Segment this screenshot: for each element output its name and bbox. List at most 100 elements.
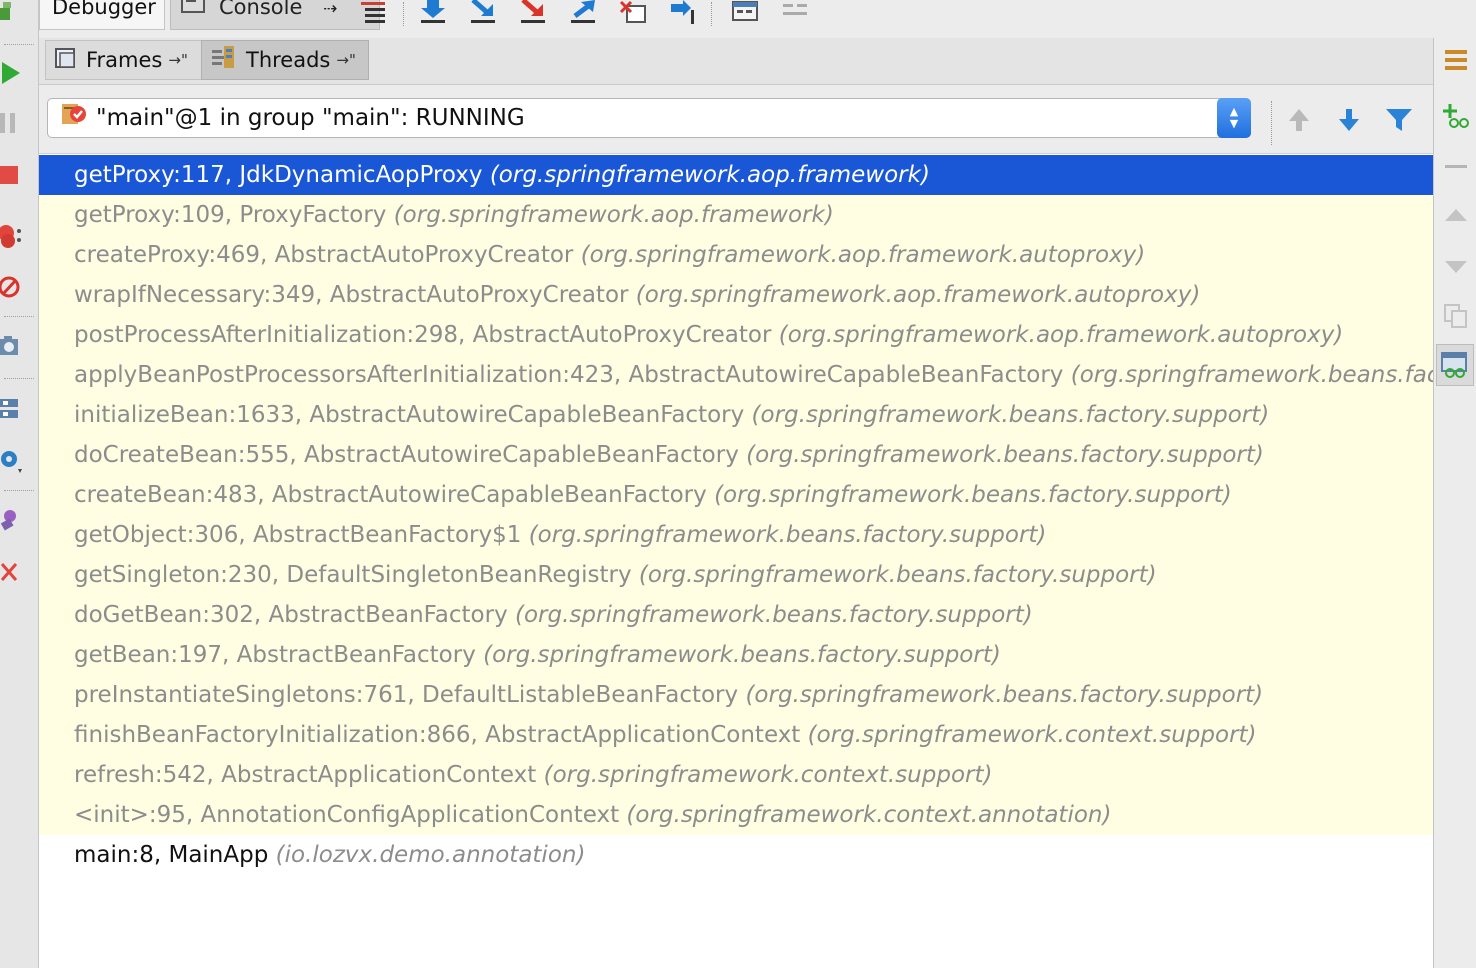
variables-side-toolbar <box>1433 38 1476 968</box>
move-watch-up-icon[interactable] <box>1440 200 1472 232</box>
left-toolbar <box>0 0 39 968</box>
frame-row[interactable]: createProxy:469, AbstractAutoProxyCreato… <box>39 235 1433 275</box>
mute-breakpoints-icon[interactable] <box>0 274 26 300</box>
frame-package: (org.springframework.context.annotation) <box>626 802 1112 828</box>
frame-package: (org.springframework.beans.factory.suppo… <box>714 482 1232 508</box>
tab-console[interactable]: Console ⇢ <box>170 0 380 30</box>
remove-watch-icon[interactable] <box>1440 150 1472 182</box>
menu-icon[interactable] <box>1440 44 1472 76</box>
frame-row[interactable]: main:8, MainApp (io.lozvx.demo.annotatio… <box>39 835 1433 875</box>
frame-row[interactable]: getSingleton:230, DefaultSingletonBeanRe… <box>39 555 1433 595</box>
frame-row[interactable]: preInstantiateSingletons:761, DefaultLis… <box>39 675 1433 715</box>
frame-row[interactable]: createBean:483, AbstractAutowireCapableB… <box>39 475 1433 515</box>
frame-method: getBean:197, AbstractBeanFactory <box>74 642 476 668</box>
frame-row[interactable]: getObject:306, AbstractBeanFactory$1 (or… <box>39 515 1433 555</box>
chevron-updown-icon[interactable]: ▲ ▼ <box>1217 98 1251 138</box>
thread-dropdown-value: "main"@1 in group "main": RUNNING <box>96 105 525 131</box>
thread-selector-row: "main"@1 in group "main": RUNNING ▲ ▼ <box>39 85 1433 154</box>
pin-glyph: →" <box>168 51 188 69</box>
close-icon[interactable] <box>0 560 26 586</box>
restore-layout-icon[interactable] <box>0 396 26 422</box>
frame-package: (org.springframework.aop.framework) <box>489 162 930 188</box>
frame-row[interactable]: getProxy:109, ProxyFactory (org.springfr… <box>39 195 1433 235</box>
separator <box>711 2 712 26</box>
run-to-cursor-icon[interactable] <box>667 0 701 26</box>
frame-method: refresh:542, AbstractApplicationContext <box>74 762 537 788</box>
tab-threads[interactable]: Threads →" <box>201 40 369 80</box>
thread-dropdown[interactable]: "main"@1 in group "main": RUNNING ▲ ▼ <box>47 98 1251 138</box>
frame-method: finishBeanFactoryInitialization:866, Abs… <box>74 722 801 748</box>
frame-row[interactable]: doCreateBean:555, AbstractAutowireCapabl… <box>39 435 1433 475</box>
separator <box>4 316 34 317</box>
frame-package: (org.springframework.beans.factory.suppo… <box>1070 362 1433 388</box>
frame-package: (org.springframework.beans.factory.suppo… <box>638 562 1157 588</box>
frame-package: (org.springframework.aop.framework.autop… <box>635 282 1201 308</box>
restore-layout-icon[interactable] <box>0 0 26 26</box>
frame-package: (org.springframework.context.support) <box>807 722 1257 748</box>
move-watch-down-icon[interactable] <box>1440 250 1472 282</box>
frame-method: getProxy:117, JdkDynamicAopProxy <box>74 162 483 188</box>
resume-program-icon[interactable] <box>0 60 26 86</box>
frame-method: doGetBean:302, AbstractBeanFactory <box>74 602 508 628</box>
frame-package: (org.springframework.beans.factory.suppo… <box>745 682 1264 708</box>
frame-row[interactable]: doGetBean:302, AbstractBeanFactory (org.… <box>39 595 1433 635</box>
frame-method: createProxy:469, AbstractAutoProxyCreato… <box>74 242 574 268</box>
show-execution-point-icon[interactable] <box>357 0 391 26</box>
frame-row[interactable]: initializeBean:1633, AbstractAutowireCap… <box>39 395 1433 435</box>
tab-frames-label: Frames <box>86 48 163 72</box>
threads-icon <box>210 45 238 75</box>
console-icon <box>181 0 207 14</box>
pin-tab-icon[interactable] <box>0 508 26 534</box>
frame-package: (org.springframework.aop.framework) <box>393 202 834 228</box>
frame-row[interactable]: getProxy:117, JdkDynamicAopProxy (org.sp… <box>39 155 1433 195</box>
get-thread-dump-icon[interactable] <box>0 334 26 360</box>
drop-frame-icon[interactable] <box>617 0 651 26</box>
separator <box>4 44 34 45</box>
frame-package: (org.springframework.beans.factory.suppo… <box>751 402 1270 428</box>
frame-method: postProcessAfterInitialization:298, Abst… <box>74 322 772 348</box>
frames-threads-tabbar: Frames →" Threads →" <box>39 38 1433 85</box>
filter-icon[interactable] <box>1381 105 1417 135</box>
tab-console-label: Console <box>219 0 303 19</box>
show-watches-toggle-icon[interactable] <box>1436 344 1474 386</box>
frame-method: initializeBean:1633, AbstractAutowireCap… <box>74 402 745 428</box>
frame-method: getObject:306, AbstractBeanFactory$1 <box>74 522 522 548</box>
force-step-into-icon[interactable] <box>517 0 551 26</box>
frame-row[interactable]: finishBeanFactoryInitialization:866, Abs… <box>39 715 1433 755</box>
frame-method: wrapIfNecessary:349, AbstractAutoProxyCr… <box>74 282 629 308</box>
next-frame-icon[interactable] <box>1331 105 1367 135</box>
frame-method: createBean:483, AbstractAutowireCapableB… <box>74 482 707 508</box>
step-over-icon[interactable] <box>417 0 451 26</box>
frame-method: getProxy:109, ProxyFactory <box>74 202 387 228</box>
frame-row[interactable]: <init>:95, AnnotationConfigApplicationCo… <box>39 795 1433 835</box>
duplicate-watch-icon[interactable] <box>1440 300 1472 332</box>
evaluate-expression-icon[interactable] <box>729 0 763 26</box>
frames-list: getProxy:117, JdkDynamicAopProxy (org.sp… <box>39 155 1433 968</box>
separator <box>403 2 404 26</box>
frame-row[interactable]: refresh:542, AbstractApplicationContext … <box>39 755 1433 795</box>
frame-package: (org.springframework.beans.factory.suppo… <box>528 522 1047 548</box>
pin-glyph: →" <box>336 51 356 69</box>
pause-program-icon[interactable] <box>0 110 26 136</box>
view-breakpoints-icon[interactable] <box>0 224 26 250</box>
step-into-icon[interactable] <box>467 0 501 26</box>
previous-frame-icon[interactable] <box>1281 105 1317 135</box>
trace-current-stream-icon[interactable] <box>779 0 813 26</box>
separator <box>4 378 34 379</box>
settings-gear-icon[interactable] <box>0 448 26 474</box>
frame-method: preInstantiateSingletons:761, DefaultLis… <box>74 682 739 708</box>
frame-method: main:8, MainApp <box>74 842 269 868</box>
frame-package: (org.springframework.beans.factory.suppo… <box>746 442 1264 468</box>
new-watch-icon[interactable] <box>1440 100 1472 132</box>
frame-package: (org.springframework.aop.framework.autop… <box>778 322 1344 348</box>
frame-row[interactable]: applyBeanPostProcessorsAfterInitializati… <box>39 355 1433 395</box>
separator <box>4 490 34 491</box>
frame-row[interactable]: getBean:197, AbstractBeanFactory (org.sp… <box>39 635 1433 675</box>
frames-icon <box>54 46 78 75</box>
step-out-icon[interactable] <box>567 0 601 26</box>
tab-debugger[interactable]: Debugger <box>39 0 165 30</box>
frame-row[interactable]: postProcessAfterInitialization:298, Abst… <box>39 315 1433 355</box>
frame-row[interactable]: wrapIfNecessary:349, AbstractAutoProxyCr… <box>39 275 1433 315</box>
stop-icon[interactable] <box>0 162 26 188</box>
frame-method: <init>:95, AnnotationConfigApplicationCo… <box>74 802 620 828</box>
